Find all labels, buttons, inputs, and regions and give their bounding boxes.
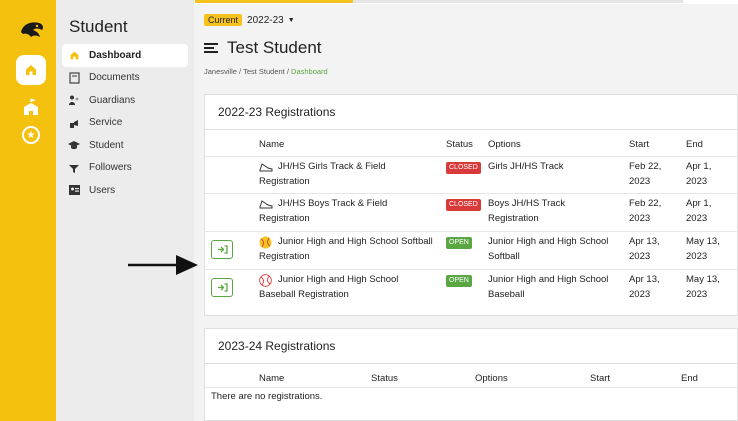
table-row[interactable]: Junior High and High School Baseball Regi… [205,269,738,307]
document-icon [68,72,80,84]
register-button[interactable] [211,278,233,297]
term-selector[interactable]: Current 2022-23 ▼ [204,14,295,26]
column-header-start: Start [590,373,611,384]
table-row[interactable]: Junior High and High School Softball Regi… [205,231,738,269]
breadcrumb-school[interactable]: Janesville [204,67,237,76]
table-row[interactable]: JH/HS Boys Track & Field Registration CLO… [205,193,738,231]
star-icon[interactable]: ★ [22,126,40,144]
sidebar-item-guardians[interactable]: Guardians [62,89,188,112]
app-rail: ★ [0,0,56,421]
registration-name: Junior High and High School Softball Regi… [259,236,433,262]
status-badge: CLOSED [446,197,481,212]
registration-options: Boys JH/HS Track Registration [488,198,566,224]
home-icon [68,49,80,61]
registration-end: May 13, 2023 [686,274,720,300]
column-header-options: Options [488,139,521,150]
registration-options: Junior High and High School Baseball [488,274,609,300]
registration-start: Apr 13, 2023 [629,236,660,262]
registration-start: Feb 22, 2023 [629,161,662,187]
table-row[interactable]: JH/HS Girls Track & Field Registration CL… [205,156,738,193]
column-header-name: Name [259,373,285,384]
registrations-2022-card: 2022-23 Registrations Name Status Option… [204,94,738,316]
breadcrumb-current: Dashboard [291,67,328,76]
column-header-status: Status [371,373,398,384]
current-badge: Current [204,14,243,26]
sidebar-item-followers[interactable]: Followers [62,157,188,180]
sidebar-item-student[interactable]: Student [62,134,188,157]
registration-end: May 13, 2023 [686,236,720,262]
sidebar-item-label: Student [89,139,124,151]
annotation-arrow-icon [128,255,198,275]
breadcrumb: Janesville / Test Student / Dashboard [204,67,328,76]
users-icon [68,184,80,196]
divider [205,387,738,388]
registrations-2023-card: 2023-24 Registrations Name Status Option… [204,328,738,421]
caret-down-icon: ▼ [287,16,295,24]
sidebar-item-label: Followers [89,162,132,174]
registration-options: Girls JH/HS Track [488,161,564,172]
sidebar-item-label: Users [89,184,116,196]
sidebar-item-service[interactable]: Service [62,112,188,135]
registration-end: Apr 1, 2023 [686,198,712,224]
column-header-end: End [686,139,703,150]
followers-icon [68,162,80,174]
sidebar: Student Dashboard Documents Guardians Se… [56,0,194,421]
hamburger-menu-icon[interactable] [204,43,218,53]
registration-start: Feb 22, 2023 [629,198,662,224]
sidebar-item-label: Documents [89,72,140,84]
rail-home-button[interactable] [16,55,46,85]
column-header-end: End [681,373,698,384]
status-badge: OPEN [446,235,472,250]
sidebar-item-label: Service [89,117,123,129]
top-strip-highlight [195,0,353,3]
service-icon [68,117,80,129]
card-title: 2023-24 Registrations [205,329,737,364]
page-header: Test Student [204,38,322,58]
sidebar-item-documents[interactable]: Documents [62,67,188,90]
column-header-options: Options [475,373,508,384]
term-label: 2022-23 [247,14,284,26]
sidebar-item-label: Guardians [89,94,136,106]
sidebar-item-users[interactable]: Users [62,179,188,202]
graduation-cap-icon [68,139,80,151]
main-content: Current 2022-23 ▼ Test Student Janesvill… [194,4,738,421]
home-icon [26,65,36,75]
column-header-status: Status [446,139,473,150]
registration-name: Junior High and High School Baseball Regi… [259,274,399,300]
breadcrumb-student[interactable]: Test Student [243,67,285,76]
sidebar-nav: Dashboard Documents Guardians Service St… [62,44,188,202]
card-title: 2022-23 Registrations [205,95,737,130]
registration-name: JH/HS Girls Track & Field Registration [259,161,386,187]
empty-state-text: There are no registrations. [211,391,323,402]
registration-start: Apr 13, 2023 [629,274,660,300]
page-title: Test Student [227,38,322,57]
school-icon[interactable] [22,98,40,116]
sidebar-title: Student [69,17,128,36]
guardians-icon [68,94,80,106]
sidebar-item-label: Dashboard [89,49,142,61]
registration-options: Junior High and High School Softball [488,236,609,262]
status-badge: OPEN [446,273,472,288]
register-button[interactable] [211,240,233,259]
sign-in-icon [217,283,228,292]
column-header-start: Start [629,139,650,150]
registration-name: JH/HS Boys Track & Field Registration [259,198,388,224]
sign-in-icon [217,245,228,254]
top-strip-track [353,0,683,3]
status-badge: CLOSED [446,160,481,175]
registration-end: Apr 1, 2023 [686,161,712,187]
sidebar-item-dashboard[interactable]: Dashboard [62,44,188,67]
column-header-name: Name [259,139,285,150]
panther-logo-icon[interactable] [19,20,45,44]
